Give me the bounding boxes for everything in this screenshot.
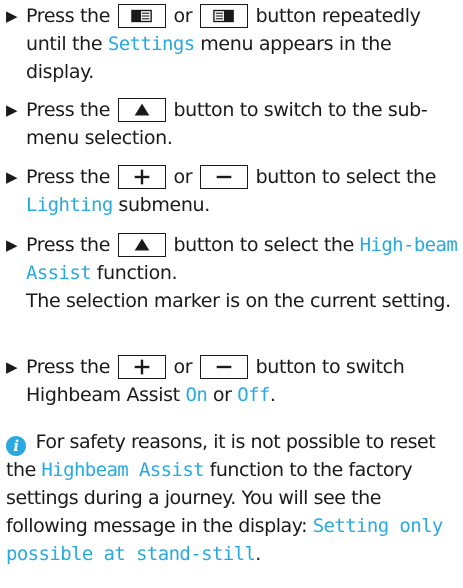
display-left-button-icon bbox=[117, 4, 166, 28]
up-arrow-button-icon bbox=[117, 98, 166, 122]
step-5-text: Press the or button to switch Highbeam A… bbox=[26, 355, 405, 406]
manual-page: ▶ Press the or button repeatedly until t… bbox=[0, 0, 463, 588]
plus-button-icon bbox=[117, 165, 166, 189]
display-right-button-icon bbox=[199, 4, 248, 28]
bullet-arrow-icon: ▶ bbox=[6, 236, 18, 254]
keyword-off: Off bbox=[237, 384, 270, 406]
keyword-lighting: Lighting bbox=[26, 194, 113, 216]
keyword-on: On bbox=[185, 384, 208, 406]
step-2-text: Press the button to switch to the sub-me… bbox=[26, 98, 428, 149]
step-1: ▶ Press the or button repeatedly until t… bbox=[6, 2, 458, 86]
bullet-arrow-icon: ▶ bbox=[6, 358, 18, 376]
info-note-text: i For safety reasons, it is not possible… bbox=[6, 431, 443, 565]
minus-button-icon bbox=[199, 165, 248, 189]
plus-button-icon bbox=[117, 355, 166, 379]
minus-button-icon bbox=[199, 355, 248, 379]
step-4-result-text: The selection marker is on the current s… bbox=[26, 290, 451, 312]
up-arrow-button-icon bbox=[117, 233, 166, 257]
step-2: ▶ Press the button to switch to the sub-… bbox=[6, 96, 458, 152]
step-1-text: Press the or button repeatedly until the… bbox=[26, 4, 421, 83]
keyword-settings: Settings bbox=[107, 33, 195, 55]
step-3: ▶ Press the or button to select the Ligh… bbox=[6, 163, 458, 219]
step-5: ▶ Press the or button to switch Highbeam… bbox=[6, 353, 458, 409]
step-4-text: Press the button to select the High-beam… bbox=[26, 233, 458, 284]
bullet-arrow-icon: ▶ bbox=[6, 168, 18, 186]
step-3-text: Press the or button to select the Lighti… bbox=[26, 165, 437, 216]
keyword-highbeam-assist: Highbeam Assist bbox=[41, 459, 205, 481]
bullet-arrow-icon: ▶ bbox=[6, 101, 18, 119]
info-icon: i bbox=[6, 436, 26, 456]
info-note: i For safety reasons, it is not possible… bbox=[6, 428, 458, 568]
step-4: ▶ Press the button to select the High-be… bbox=[6, 231, 458, 315]
bullet-arrow-icon: ▶ bbox=[6, 7, 18, 25]
